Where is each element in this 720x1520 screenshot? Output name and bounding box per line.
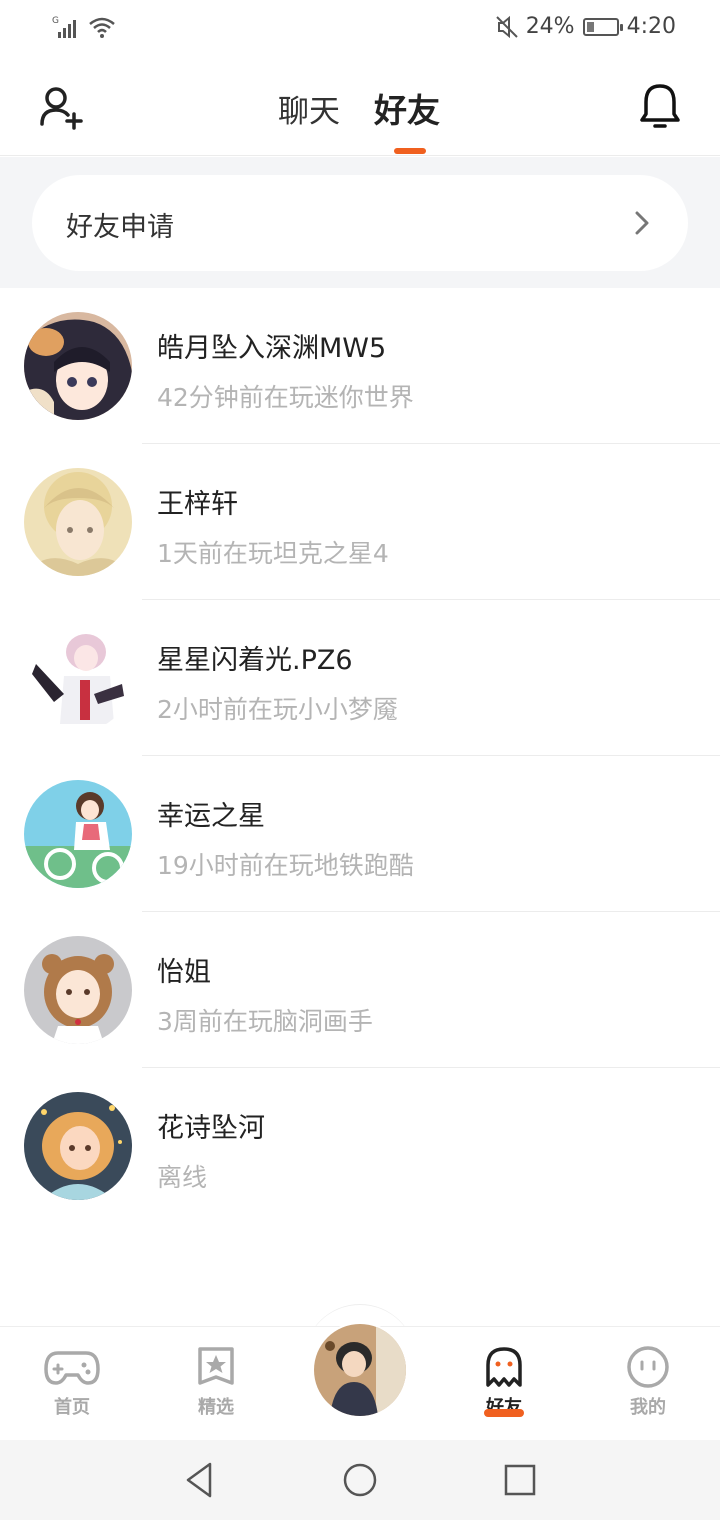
add-friend-button[interactable] [38,84,90,132]
recent-apps-icon[interactable] [500,1460,540,1500]
system-nav-bar [0,1440,720,1520]
signal-area: G [52,14,116,40]
friend-name: 怡姐 [157,957,211,988]
friend-status: 1天前在玩坦克之星4 [157,539,389,568]
friend-status: 3周前在玩脑洞画手 [157,1007,373,1036]
clock: 4:20 [626,14,676,39]
nav-mine-label: 我的 [630,1397,666,1418]
avatar [24,780,132,888]
friend-status: 2小时前在玩小小梦魇 [157,695,398,724]
active-tab-indicator [394,148,426,154]
bell-icon [640,84,680,128]
avatar [24,936,132,1044]
ghost-icon [486,1347,522,1387]
nav-home-label: 首页 [54,1397,90,1418]
active-nav-indicator [484,1409,524,1417]
avatar [24,1092,132,1200]
friend-name: 王梓轩 [157,489,238,520]
friend-status: 42分钟前在玩迷你世界 [157,383,414,412]
friend-row[interactable]: 花诗坠河 离线 [0,1068,720,1224]
battery-percent: 24% [525,14,575,39]
avatar [24,468,132,576]
nav-featured-label: 精选 [198,1397,234,1418]
add-user-icon [40,87,83,130]
friend-request-button[interactable]: 好友申请 [32,175,688,271]
battery-icon [582,17,623,36]
mute-icon [495,15,518,38]
friend-row[interactable]: 星星闪着光.PZ6 2小时前在玩小小梦魇 [0,600,720,756]
avatar [24,312,132,420]
friend-row[interactable]: 皓月坠入深渊MW5 42分钟前在玩迷你世界 [0,288,720,444]
header: 聊天 好友 [0,58,720,156]
nav-friends[interactable]: 好友 [454,1345,554,1419]
back-icon[interactable] [180,1460,220,1500]
wifi-icon [89,17,115,38]
avatar [24,624,132,732]
star-badge-icon [198,1347,234,1385]
chevron-right-icon [635,211,649,235]
friend-request-section: 好友申请 [0,157,720,288]
friend-row[interactable]: 怡姐 3周前在玩脑洞画手 [0,912,720,1068]
status-bar: G 24% 4:20 [0,0,720,58]
face-icon [627,1346,669,1388]
avatar [314,1324,406,1416]
signal-icon: G [52,16,76,38]
friend-name: 星星闪着光.PZ6 [157,645,353,676]
friend-list: 皓月坠入深渊MW5 42分钟前在玩迷你世界 王梓轩 1天前在玩坦克之星4 星星闪… [0,288,720,1224]
signal-label: G [52,16,59,26]
status-right: 24% 4:20 [495,14,676,39]
friend-name: 皓月坠入深渊MW5 [157,333,387,364]
tab-chat[interactable]: 聊天 [278,86,340,131]
friend-request-label: 好友申请 [66,212,174,243]
nav-mine[interactable]: 我的 [598,1345,698,1419]
friend-row[interactable]: 王梓轩 1天前在玩坦克之星4 [0,444,720,600]
gamepad-icon [44,1351,100,1385]
friend-name: 花诗坠河 [157,1113,265,1144]
friend-status: 19小时前在玩地铁跑酷 [157,851,414,880]
nav-home[interactable]: 首页 [22,1345,122,1419]
center-avatar-button[interactable] [312,1322,408,1418]
friend-status: 离线 [157,1163,208,1192]
nav-featured[interactable]: 精选 [166,1345,266,1419]
friend-row[interactable]: 幸运之星 19小时前在玩地铁跑酷 [0,756,720,912]
home-icon[interactable] [340,1460,380,1500]
friend-name: 幸运之星 [157,801,265,832]
notifications-button[interactable] [638,82,682,130]
tab-friends[interactable]: 好友 [374,84,440,132]
